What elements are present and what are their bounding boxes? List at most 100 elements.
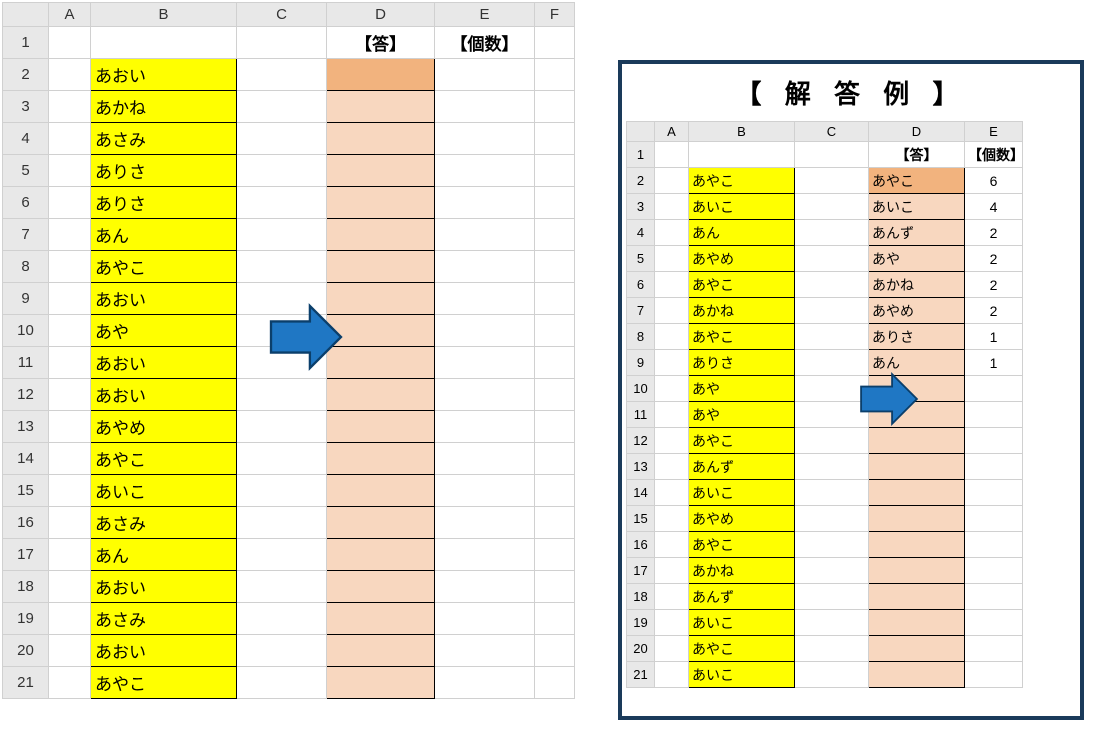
cell[interactable] bbox=[237, 251, 327, 283]
cell[interactable]: 1 bbox=[965, 324, 1023, 350]
cell[interactable] bbox=[655, 246, 689, 272]
cell[interactable]: ありさ bbox=[869, 324, 965, 350]
cell[interactable]: 2 bbox=[965, 220, 1023, 246]
cell[interactable] bbox=[535, 507, 575, 539]
row-header[interactable]: 15 bbox=[3, 475, 49, 507]
row-header[interactable]: 20 bbox=[627, 636, 655, 662]
cell[interactable] bbox=[795, 220, 869, 246]
cell[interactable] bbox=[535, 187, 575, 219]
row-header[interactable]: 5 bbox=[627, 246, 655, 272]
cell[interactable] bbox=[795, 454, 869, 480]
cell[interactable]: あいこ bbox=[689, 480, 795, 506]
row-header[interactable]: 10 bbox=[3, 315, 49, 347]
cell[interactable] bbox=[965, 584, 1023, 610]
cell[interactable] bbox=[655, 610, 689, 636]
cell[interactable] bbox=[655, 402, 689, 428]
cell[interactable] bbox=[535, 347, 575, 379]
cell[interactable] bbox=[237, 603, 327, 635]
row-header[interactable]: 18 bbox=[627, 584, 655, 610]
cell[interactable] bbox=[535, 155, 575, 187]
cell[interactable] bbox=[435, 443, 535, 475]
row-header[interactable]: 12 bbox=[627, 428, 655, 454]
cell[interactable]: あかね bbox=[91, 91, 237, 123]
cell[interactable] bbox=[655, 454, 689, 480]
cell[interactable] bbox=[435, 315, 535, 347]
col-header[interactable]: A bbox=[49, 3, 91, 27]
cell[interactable]: あやこ bbox=[689, 324, 795, 350]
cell[interactable] bbox=[435, 347, 535, 379]
cell[interactable]: あや bbox=[91, 315, 237, 347]
row-header[interactable]: 8 bbox=[627, 324, 655, 350]
cell[interactable] bbox=[795, 662, 869, 688]
cell[interactable] bbox=[965, 610, 1023, 636]
cell[interactable] bbox=[655, 506, 689, 532]
cell[interactable]: 4 bbox=[965, 194, 1023, 220]
cell[interactable] bbox=[535, 379, 575, 411]
row-header[interactable]: 10 bbox=[627, 376, 655, 402]
cell[interactable] bbox=[535, 91, 575, 123]
row-header[interactable]: 7 bbox=[627, 298, 655, 324]
cell[interactable] bbox=[435, 411, 535, 443]
row-header[interactable]: 13 bbox=[627, 454, 655, 480]
row-header[interactable]: 9 bbox=[3, 283, 49, 315]
cell[interactable] bbox=[689, 142, 795, 168]
cell[interactable] bbox=[237, 219, 327, 251]
cell[interactable] bbox=[795, 168, 869, 194]
panel-spreadsheet[interactable]: A B C D E 1【答】【個数】2あやこあやこ63あいこあいこ44あんあんず… bbox=[626, 121, 1023, 688]
cell[interactable] bbox=[869, 636, 965, 662]
cell[interactable] bbox=[795, 610, 869, 636]
cell[interactable] bbox=[237, 27, 327, 59]
cell[interactable]: 6 bbox=[965, 168, 1023, 194]
row-header[interactable]: 16 bbox=[627, 532, 655, 558]
cell[interactable] bbox=[435, 219, 535, 251]
cell[interactable] bbox=[869, 454, 965, 480]
cell[interactable] bbox=[965, 558, 1023, 584]
cell[interactable]: 2 bbox=[965, 272, 1023, 298]
cell[interactable] bbox=[49, 603, 91, 635]
cell[interactable]: あおい bbox=[91, 571, 237, 603]
row-header[interactable]: 18 bbox=[3, 571, 49, 603]
cell[interactable] bbox=[795, 298, 869, 324]
cell[interactable] bbox=[655, 350, 689, 376]
cell[interactable] bbox=[795, 532, 869, 558]
cell[interactable] bbox=[535, 251, 575, 283]
cell[interactable] bbox=[237, 411, 327, 443]
cell[interactable] bbox=[655, 220, 689, 246]
cell[interactable]: あん bbox=[91, 539, 237, 571]
cell[interactable] bbox=[795, 324, 869, 350]
cell[interactable] bbox=[435, 123, 535, 155]
row-header[interactable]: 15 bbox=[627, 506, 655, 532]
cell[interactable] bbox=[795, 480, 869, 506]
row-header[interactable]: 17 bbox=[627, 558, 655, 584]
cell[interactable] bbox=[965, 532, 1023, 558]
cell[interactable]: 2 bbox=[965, 246, 1023, 272]
cell[interactable] bbox=[237, 123, 327, 155]
cell[interactable] bbox=[965, 662, 1023, 688]
cell[interactable] bbox=[327, 635, 435, 667]
cell[interactable] bbox=[435, 603, 535, 635]
cell[interactable] bbox=[327, 475, 435, 507]
cell[interactable]: 1 bbox=[965, 350, 1023, 376]
row-header[interactable]: 19 bbox=[3, 603, 49, 635]
cell[interactable] bbox=[237, 59, 327, 91]
cell[interactable] bbox=[965, 454, 1023, 480]
cell[interactable] bbox=[49, 155, 91, 187]
cell[interactable] bbox=[49, 347, 91, 379]
row-header[interactable]: 6 bbox=[627, 272, 655, 298]
row-header[interactable]: 4 bbox=[3, 123, 49, 155]
cell[interactable] bbox=[795, 636, 869, 662]
col-header[interactable]: D bbox=[869, 122, 965, 142]
col-header[interactable]: B bbox=[91, 3, 237, 27]
cell[interactable] bbox=[435, 475, 535, 507]
cell[interactable]: あや bbox=[869, 246, 965, 272]
cell[interactable]: あんず bbox=[869, 220, 965, 246]
cell[interactable]: あさみ bbox=[91, 123, 237, 155]
cell[interactable] bbox=[655, 428, 689, 454]
row-header[interactable]: 5 bbox=[3, 155, 49, 187]
cell[interactable]: あやこ bbox=[689, 272, 795, 298]
cell[interactable] bbox=[655, 298, 689, 324]
row-header[interactable]: 11 bbox=[3, 347, 49, 379]
cell[interactable] bbox=[535, 667, 575, 699]
col-header[interactable]: A bbox=[655, 122, 689, 142]
cell[interactable]: あやこ bbox=[91, 251, 237, 283]
